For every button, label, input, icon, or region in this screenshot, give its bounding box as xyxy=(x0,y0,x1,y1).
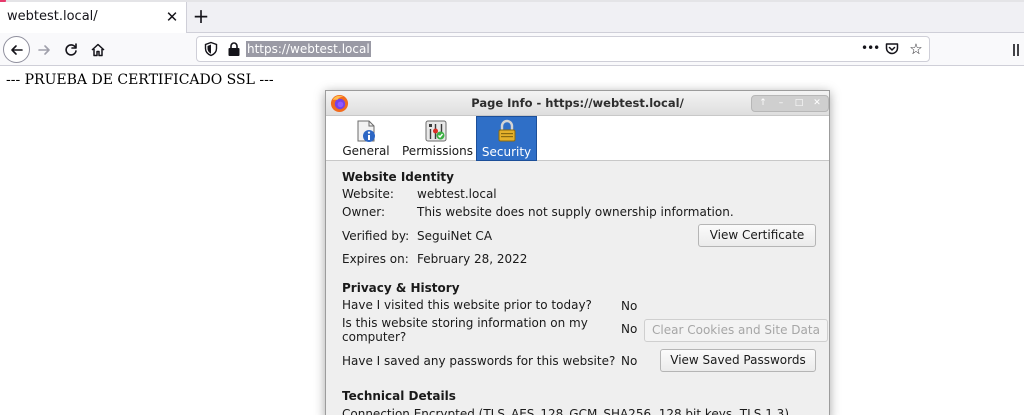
tab-title: webtest.local/ xyxy=(7,9,98,24)
page-actions-menu-icon[interactable]: ••• xyxy=(861,41,880,57)
privacy-history-heading: Privacy & History xyxy=(342,281,460,295)
security-panel: Website Identity Website: webtest.local … xyxy=(326,162,829,415)
library-icon[interactable] xyxy=(1012,42,1024,58)
url-bar[interactable]: https://webtest.local ••• ☆ xyxy=(196,36,930,62)
passwords-question: Have I saved any passwords for this webs… xyxy=(342,354,616,368)
storing-question-line2: computer? xyxy=(342,330,407,344)
expires-on-value: February 28, 2022 xyxy=(417,252,528,266)
new-tab-button[interactable]: + xyxy=(190,5,212,27)
owner-label: Owner: xyxy=(342,205,386,219)
reload-button[interactable] xyxy=(57,36,84,63)
expires-on-label: Expires on: xyxy=(342,252,409,266)
tab-security[interactable]: Security xyxy=(476,116,537,161)
tab-security-label: Security xyxy=(481,145,532,159)
close-icon[interactable]: ✕ xyxy=(808,96,826,111)
view-certificate-button[interactable]: View Certificate xyxy=(698,224,816,247)
technical-details-heading: Technical Details xyxy=(342,389,456,403)
security-lock-icon xyxy=(498,119,516,142)
tab-general[interactable]: General xyxy=(340,116,392,161)
always-on-top-icon[interactable]: ↑ xyxy=(754,96,772,111)
website-label: Website: xyxy=(342,187,394,201)
home-button[interactable] xyxy=(84,36,111,63)
owner-value: This website does not supply ownership i… xyxy=(417,205,734,219)
tab-bar: webtest.local/ ✕ + xyxy=(0,0,1024,33)
maximize-icon[interactable]: □ xyxy=(790,96,808,111)
tracking-protection-shield-icon[interactable] xyxy=(203,41,219,57)
visited-question: Have I visited this website prior to tod… xyxy=(342,298,592,312)
storing-answer: No xyxy=(621,322,638,336)
back-button[interactable] xyxy=(3,36,30,63)
home-icon xyxy=(90,43,105,56)
connection-details: Connection Encrypted (TLS_AES_128_GCM_SH… xyxy=(342,407,789,415)
page-info-tabs: General Permissions Security xyxy=(326,116,829,161)
clear-cookies-button[interactable]: Clear Cookies and Site Data xyxy=(644,319,828,342)
window-buttons: ↑ – □ ✕ xyxy=(751,95,829,112)
bookmark-star-icon[interactable]: ☆ xyxy=(907,40,925,58)
verified-by-value: SeguiNet CA xyxy=(417,229,493,243)
website-value: webtest.local xyxy=(417,187,497,201)
navigation-toolbar: https://webtest.local ••• ☆ xyxy=(0,33,1024,66)
view-saved-passwords-button[interactable]: View Saved Passwords xyxy=(660,349,816,372)
website-identity-heading: Website Identity xyxy=(342,170,454,184)
verified-by-label: Verified by: xyxy=(342,229,410,243)
forward-arrow-icon xyxy=(37,44,50,55)
back-arrow-icon xyxy=(10,44,23,55)
reload-icon xyxy=(64,42,77,56)
tab-permissions[interactable]: Permissions xyxy=(402,116,473,161)
visited-answer: No xyxy=(621,299,638,313)
general-info-icon xyxy=(357,120,375,142)
pocket-icon[interactable] xyxy=(884,41,900,57)
url-text[interactable]: https://webtest.local xyxy=(246,41,371,57)
dialog-titlebar[interactable]: Page Info - https://webtest.local/ ↑ – □… xyxy=(326,91,829,116)
tab-webtest[interactable]: webtest.local/ ✕ xyxy=(0,2,187,33)
permissions-icon xyxy=(425,120,447,142)
page-heading: --- PRUEBA DE CERTIFICADO SSL --- xyxy=(6,72,274,88)
tab-general-label: General xyxy=(342,144,390,158)
lock-icon[interactable] xyxy=(227,41,241,57)
passwords-answer: No xyxy=(621,354,638,368)
minimize-icon[interactable]: – xyxy=(772,96,790,111)
tab-close-icon[interactable]: ✕ xyxy=(163,8,181,26)
storing-question-line1: Is this website storing information on m… xyxy=(342,316,588,330)
forward-button[interactable] xyxy=(30,36,57,63)
page-info-dialog: Page Info - https://webtest.local/ ↑ – □… xyxy=(325,90,830,415)
tab-permissions-label: Permissions xyxy=(402,144,473,158)
